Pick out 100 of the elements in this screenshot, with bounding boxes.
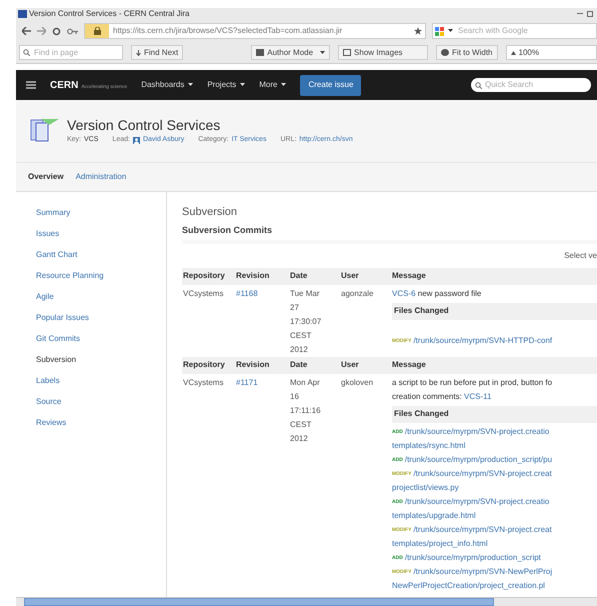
project-title: Version Control Services — [67, 117, 222, 133]
file-path-link[interactable]: /trunk/source/myrpm/SVN-project.creatio — [404, 424, 550, 438]
fit-to-width-button[interactable]: Fit to Width — [436, 45, 498, 60]
column-header: Message — [392, 270, 426, 282]
message-text: a script to be run before put in prod, button fo — [392, 376, 552, 389]
date-text: Mon Apr — [290, 376, 321, 389]
files-changed-header: Files Changed — [392, 302, 597, 320]
caret-icon — [320, 50, 326, 54]
files-changed-header: Files Changed — [392, 406, 597, 422]
file-path-link[interactable]: projectlist/views.py — [392, 480, 459, 494]
date-text: 27 — [290, 302, 300, 314]
google-icon — [435, 26, 444, 36]
revision-link[interactable]: #1171 — [236, 378, 258, 386]
issue-link[interactable]: VCS-6 — [392, 286, 416, 300]
file-path-link[interactable]: /trunk/source/myrpm/SVN-project.creat — [413, 522, 552, 536]
message-text: new password file — [416, 288, 482, 300]
column-header: Repository — [182, 270, 226, 282]
user-avatar-icon — [132, 136, 140, 144]
create-issue-button[interactable]: Create issue — [300, 74, 362, 96]
sidebar-item[interactable]: Git Commits — [36, 332, 166, 345]
message-text: creation comments: — [392, 390, 463, 402]
find-next-button[interactable]: Find Next — [131, 45, 184, 60]
nav-menu[interactable]: Dashboards — [141, 79, 194, 91]
table-cell-text: agonzale — [341, 288, 374, 300]
window-title: Version Control Services - CERN Central Jira — [29, 8, 190, 20]
section-title: Subversion — [182, 206, 238, 219]
file-path-link[interactable]: NewPerlProjectCreation/project_creation.pl — [392, 578, 545, 592]
revision-link[interactable]: #1168 — [236, 288, 258, 298]
brand-logo-text[interactable]: CERN — [50, 78, 78, 92]
file-path-link[interactable]: templates/upgrade.html — [392, 508, 476, 522]
horizontal-scrollbar[interactable] — [16, 597, 597, 606]
search-icon — [23, 49, 30, 56]
scrollbar-thumb[interactable] — [24, 598, 494, 606]
tab[interactable]: Overview — [28, 171, 64, 183]
date-text: 17:30:07 — [290, 316, 322, 328]
subsection-title: Subversion Commits — [182, 224, 274, 237]
table-cell-text: VCsystems — [182, 376, 224, 389]
column-header: User — [341, 270, 360, 282]
minimize-icon[interactable] — [577, 13, 583, 15]
nav-menu[interactable]: Projects — [207, 79, 246, 91]
key-icon[interactable] — [67, 28, 78, 34]
sidebar-item[interactable]: Labels — [36, 374, 166, 387]
tab[interactable]: Administration — [76, 171, 126, 183]
date-text: 2012 — [290, 432, 309, 444]
sidebar-item[interactable]: Gantt Chart — [36, 248, 166, 261]
sidebar-item[interactable]: Subversion — [36, 353, 166, 366]
file-path-link[interactable]: /trunk/source/myrpm/SVN-NewPerlProj — [413, 564, 552, 578]
down-arrow-icon — [136, 50, 141, 56]
up-caret-icon — [510, 50, 516, 54]
date-text: Tue Mar — [290, 288, 320, 300]
star-icon[interactable] — [414, 27, 422, 35]
maximize-icon[interactable] — [587, 11, 593, 17]
caret-icon — [188, 83, 194, 87]
column-header: User — [341, 359, 360, 371]
date-text: 2012 — [290, 344, 309, 356]
issue-link[interactable]: VCS-11 — [464, 390, 492, 404]
column-header: Message — [392, 359, 426, 371]
caret-icon — [448, 29, 453, 33]
sidebar-item[interactable]: Issues — [36, 227, 166, 240]
date-text: CEST — [290, 418, 312, 430]
column-header: Revision — [236, 359, 270, 371]
fit-icon — [441, 49, 450, 56]
file-path-link[interactable]: /trunk/source/myrpm/SVN-HTTPD-conf — [413, 334, 552, 348]
sidebar-item[interactable]: Summary — [36, 206, 166, 219]
table-cell-text: VCsystems — [182, 288, 224, 300]
column-header: Date — [290, 270, 308, 282]
project-avatar-icon — [29, 117, 59, 143]
app-icon — [18, 10, 27, 18]
search-icon — [475, 82, 482, 88]
file-path-link[interactable]: /trunk/source/myrpm/SVN-project.creat — [413, 466, 552, 480]
select-label: Select ve — [564, 250, 597, 262]
author-mode-button[interactable]: Author Mode — [251, 45, 330, 60]
file-path-link[interactable]: /trunk/source/myrpm/SVN-project.creatio — [404, 494, 550, 508]
menu-icon[interactable] — [26, 81, 36, 89]
date-text: 16 — [290, 390, 300, 402]
address-bar[interactable]: https://its.cern.ch/jira/browse/VCS?selectedTab=com.atlassian.jir — [84, 23, 426, 39]
image-icon — [343, 49, 352, 56]
sidebar-item[interactable]: Agile — [36, 290, 166, 303]
file-path-link[interactable]: /trunk/source/myrpm/production_script/pu — [404, 452, 552, 466]
sidebar-item[interactable]: Reviews — [36, 416, 166, 429]
column-header: Revision — [236, 270, 270, 282]
mode-icon — [256, 49, 264, 56]
column-header: Date — [290, 359, 308, 371]
show-images-button[interactable]: Show Images — [338, 45, 428, 60]
sidebar-item[interactable]: Popular Issues — [36, 311, 166, 324]
reload-icon[interactable] — [52, 26, 61, 36]
nav-menu[interactable]: More — [259, 79, 286, 91]
table-cell-text: gkoloven — [341, 376, 374, 389]
back-icon[interactable] — [22, 27, 31, 35]
file-path-link[interactable]: templates/project_info.html — [392, 536, 488, 550]
file-path-link[interactable]: templates/rsync.html — [392, 438, 466, 452]
sidebar-item[interactable]: Source — [36, 395, 166, 408]
column-header: Repository — [182, 359, 226, 371]
caret-icon — [281, 83, 286, 87]
caret-icon — [240, 83, 246, 87]
date-text: CEST — [290, 330, 312, 342]
lock-icon — [94, 27, 100, 35]
zoom-field[interactable]: 100% — [506, 45, 597, 60]
file-path-link[interactable]: /trunk/source/myrpm/production_script — [404, 550, 541, 564]
sidebar-item[interactable]: Resource Planning — [36, 269, 166, 282]
